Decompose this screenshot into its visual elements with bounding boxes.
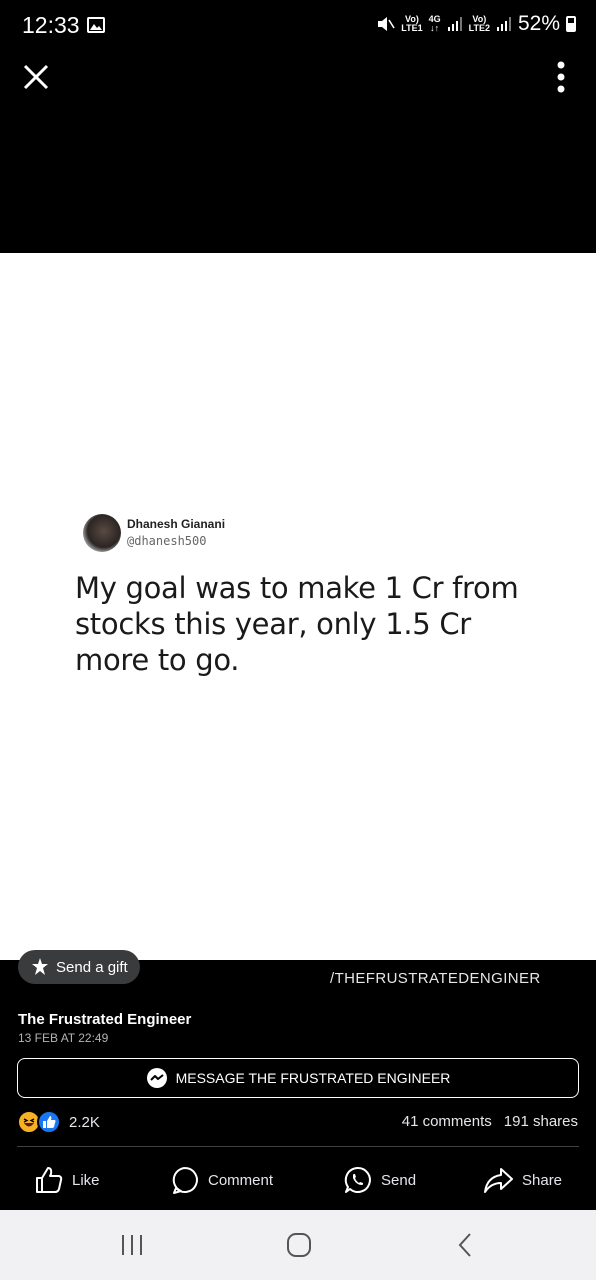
- share-icon: [484, 1168, 513, 1193]
- recents-icon[interactable]: [120, 1232, 144, 1258]
- network-type: 4G ↓↑: [428, 14, 441, 33]
- more-icon[interactable]: [554, 60, 568, 94]
- like-icon: [36, 1167, 63, 1193]
- battery-percent: 52%: [517, 12, 560, 35]
- home-icon[interactable]: [286, 1232, 312, 1258]
- whatsapp-icon: [344, 1166, 371, 1193]
- post-date: 13 FEB AT 22:49: [18, 1031, 109, 1045]
- comment-button[interactable]: Comment: [170, 1160, 273, 1200]
- mute-icon: [378, 17, 395, 31]
- like-button[interactable]: Like: [34, 1160, 100, 1200]
- like-reaction-icon: [37, 1110, 61, 1134]
- reactions-summary[interactable]: 2.2K: [17, 1110, 100, 1134]
- system-nav-bar: [0, 1210, 596, 1280]
- message-button-label: MESSAGE THE FRUSTRATED ENGINEER: [175, 1070, 451, 1086]
- signal-icon: [447, 17, 462, 31]
- signal-icon: [496, 17, 511, 31]
- send-gift-button[interactable]: Send a gift: [18, 950, 140, 984]
- back-icon[interactable]: [456, 1232, 474, 1258]
- share-button[interactable]: Share: [482, 1160, 562, 1200]
- sim1-indicator: Vo) LTE1: [401, 14, 423, 33]
- send-button[interactable]: Send: [343, 1160, 416, 1200]
- battery-icon: [566, 16, 576, 32]
- post-stats: 41 comments 191 shares: [402, 1113, 578, 1130]
- watermark: /THEFRUSTRATEDENGINER: [330, 970, 541, 987]
- status-time: 12:33: [22, 12, 80, 38]
- close-icon[interactable]: [22, 63, 50, 91]
- send-label: Send: [381, 1171, 417, 1189]
- shares-count[interactable]: 191 shares: [504, 1113, 578, 1130]
- status-icons: Vo) LTE1 4G ↓↑ Vo) LTE2 52%: [377, 12, 576, 36]
- messenger-icon: [146, 1068, 167, 1088]
- like-label: Like: [72, 1171, 100, 1189]
- tweet-text: My goal was to make 1 Cr from stocks thi…: [75, 571, 519, 677]
- action-bar: Like Comment Send Share: [0, 1160, 596, 1200]
- comment-label: Comment: [208, 1171, 274, 1189]
- page-name[interactable]: The Frustrated Engineer: [18, 1011, 191, 1028]
- tweet-author-handle: @dhanesh500: [127, 534, 207, 548]
- tweet-author-name: Dhanesh Gianani: [127, 517, 226, 531]
- avatar: [83, 514, 121, 552]
- sim2-indicator: Vo) LTE2: [468, 14, 490, 33]
- send-gift-label: Send a gift: [56, 958, 128, 976]
- share-label: Share: [522, 1171, 563, 1189]
- reaction-count: 2.2K: [69, 1113, 100, 1131]
- divider: [17, 1146, 579, 1147]
- gallery-icon: [87, 17, 105, 33]
- comments-count[interactable]: 41 comments: [402, 1113, 492, 1130]
- comment-icon: [172, 1167, 198, 1194]
- message-page-button[interactable]: MESSAGE THE FRUSTRATED ENGINEER: [17, 1058, 579, 1098]
- gift-icon: [32, 958, 48, 975]
- status-bar: 12:33 Vo) LTE1 4G ↓↑ Vo) LTE2 52%: [0, 0, 596, 52]
